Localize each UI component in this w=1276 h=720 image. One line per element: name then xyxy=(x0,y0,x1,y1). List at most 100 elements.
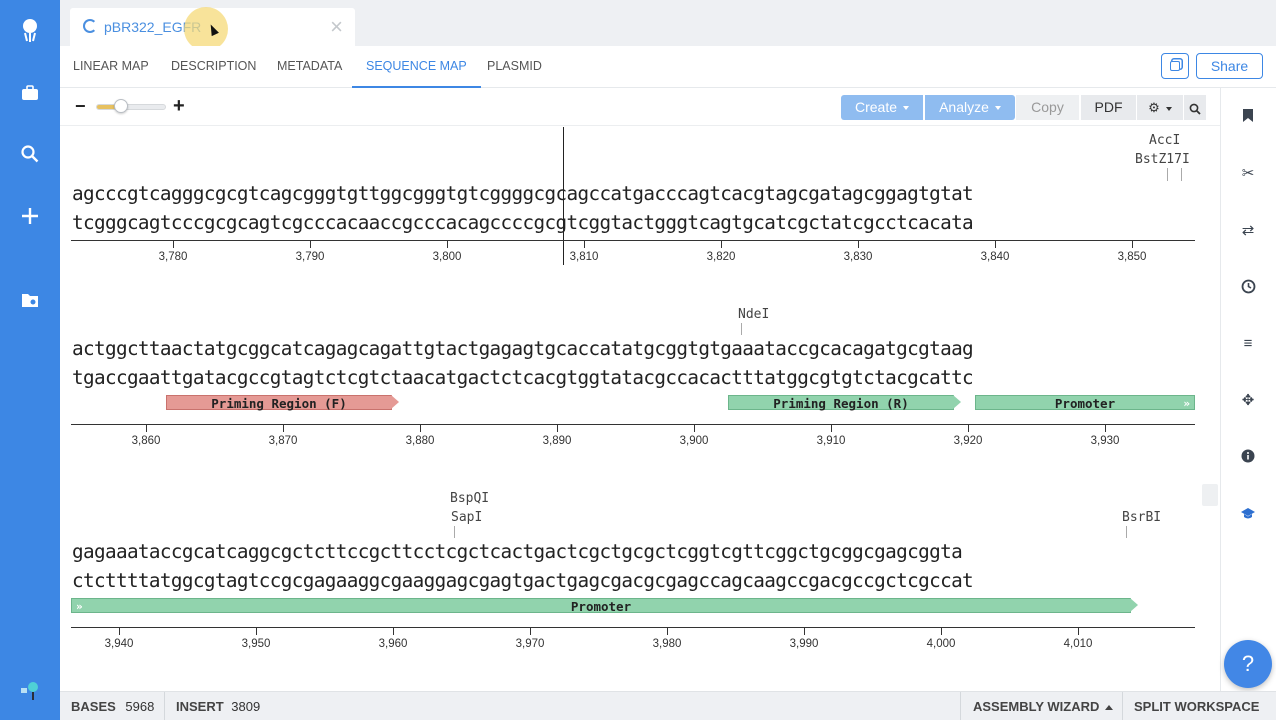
search-icon[interactable] xyxy=(15,139,45,169)
axis-tick-label: 4,010 xyxy=(1063,638,1093,650)
mouse-cursor-highlight xyxy=(184,7,228,51)
analyze-dropdown-button[interactable]: Analyze xyxy=(925,95,1015,120)
axis-tick xyxy=(721,241,722,248)
chevron-down-icon xyxy=(903,106,910,111)
enzyme-label[interactable]: BsrBI xyxy=(1122,510,1161,525)
lab-flask-icon[interactable] xyxy=(15,676,45,706)
zoom-slider-handle[interactable] xyxy=(113,99,128,113)
top-strand[interactable]: actggcttaactatgcggcatcagagcagattgtactgag… xyxy=(72,337,974,360)
top-strand[interactable]: gagaaataccgcatcaggcgctcttccgcttcctcgctca… xyxy=(72,540,963,563)
axis-tick-label: 3,810 xyxy=(569,251,599,263)
axis-tick-label: 3,950 xyxy=(241,638,271,650)
axis-tick xyxy=(804,628,805,635)
settings-dropdown-button[interactable]: ⚙ xyxy=(1137,95,1183,120)
base-axis xyxy=(71,424,1195,425)
chevron-down-icon xyxy=(1165,106,1172,111)
arrow-tip xyxy=(1130,598,1138,612)
axis-tick xyxy=(1132,241,1133,248)
axis-tick-label: 3,990 xyxy=(789,638,819,650)
axis-tick xyxy=(119,628,120,635)
left-sidebar xyxy=(0,0,60,720)
tab-linear-map[interactable]: LINEAR MAP xyxy=(73,46,149,88)
enzyme-label[interactable]: BstZ17I xyxy=(1135,152,1190,167)
tab-description[interactable]: DESCRIPTION xyxy=(171,46,256,88)
enzyme-cut-line xyxy=(1167,168,1168,181)
status-divider xyxy=(164,692,165,720)
zoom-in-button[interactable]: + xyxy=(173,95,185,118)
axis-tick-label: 3,830 xyxy=(843,251,873,263)
briefcase-icon[interactable] xyxy=(15,78,45,108)
axis-tick xyxy=(173,241,174,248)
insert-value: 3809 xyxy=(231,699,261,714)
close-tab-icon[interactable]: × xyxy=(330,14,343,40)
split-workspace-button[interactable]: SPLIT WORKSPACE xyxy=(1134,699,1259,714)
app-window: pBR322_EGFR × LINEAR MAP DESCRIPTION MET… xyxy=(0,0,1276,720)
insert-label: INSERT xyxy=(176,699,224,714)
create-dropdown-button[interactable]: Create xyxy=(841,95,923,120)
share-button[interactable]: Share xyxy=(1196,53,1263,79)
feature-label: Promoter xyxy=(1054,396,1116,411)
bottom-strand[interactable]: ctcttttatggcgtagtccgcgagaaggcgaaggagcgag… xyxy=(72,569,974,592)
feature-promoter[interactable]: Promoter » xyxy=(975,395,1195,411)
feature-priming-region-f[interactable]: Priming Region (F) xyxy=(166,395,399,411)
status-divider xyxy=(960,692,961,720)
axis-tick-label: 3,860 xyxy=(131,435,161,447)
history-clock-icon[interactable] xyxy=(1237,275,1259,297)
zoom-slider[interactable] xyxy=(96,104,166,110)
enzyme-label[interactable]: SapI xyxy=(451,510,482,525)
enzyme-cut-line xyxy=(1126,526,1127,538)
vertical-scrollbar-thumb[interactable] xyxy=(1202,484,1218,506)
status-divider xyxy=(1122,692,1123,720)
assembly-wizard-label: ASSEMBLY WIZARD xyxy=(973,699,1100,714)
find-button[interactable] xyxy=(1184,95,1206,120)
feature-priming-region-r[interactable]: Priming Region (R) xyxy=(728,395,961,411)
insert-position: INSERT 3809 xyxy=(176,699,260,714)
axis-tick xyxy=(941,628,942,635)
enzyme-cut-line xyxy=(741,323,742,335)
benchling-logo-icon[interactable] xyxy=(15,15,45,45)
arrow-tip xyxy=(953,395,961,409)
axis-tick-label: 3,910 xyxy=(816,435,846,447)
bottom-strand[interactable]: tgaccgaattgatacgccgtagtctcgtctaacatgactc… xyxy=(72,366,974,389)
copy-button[interactable]: Copy xyxy=(1016,95,1079,120)
enzyme-label[interactable]: BspQI xyxy=(450,491,489,506)
assembly-wizard-button[interactable]: ASSEMBLY WIZARD xyxy=(973,699,1114,714)
tab-plasmid[interactable]: PLASMID xyxy=(487,46,542,88)
create-label: Create xyxy=(854,99,898,115)
right-tool-rail: ✂ ⇄ ≡ ✥ xyxy=(1220,88,1276,691)
axis-tick xyxy=(968,425,969,432)
scissors-icon[interactable]: ✂ xyxy=(1237,162,1259,184)
axis-tick xyxy=(667,628,668,635)
axis-tick-label: 3,970 xyxy=(515,638,545,650)
sequence-map[interactable]: AccI BstZ17I agcccgtcagggcgcgtcagcgggtgt… xyxy=(60,127,1220,691)
info-icon[interactable] xyxy=(1237,445,1259,467)
zoom-out-button[interactable]: − xyxy=(75,96,86,117)
axis-tick xyxy=(447,241,448,248)
bottom-strand[interactable]: tcgggcagtcccgcgcagtcgcccacaaccgcccacagcc… xyxy=(72,211,974,234)
help-button[interactable]: ? xyxy=(1224,640,1272,688)
duplicate-button[interactable] xyxy=(1161,53,1189,79)
swap-arrows-icon[interactable]: ⇄ xyxy=(1237,219,1259,241)
enzyme-cut-line xyxy=(1181,168,1182,181)
pdf-button[interactable]: PDF xyxy=(1081,95,1136,120)
text-align-icon[interactable]: ≡ xyxy=(1237,332,1259,354)
graduation-cap-icon[interactable] xyxy=(1237,502,1259,524)
enzyme-label[interactable]: AccI xyxy=(1149,133,1180,148)
enzyme-cut-line xyxy=(454,526,455,538)
continues-left-icon: » xyxy=(76,600,83,613)
axis-tick-label: 3,940 xyxy=(104,638,134,650)
top-strand[interactable]: agcccgtcagggcgcgtcagcgggtgttggcgggtgtcgg… xyxy=(72,182,974,205)
enzyme-label[interactable]: NdeI xyxy=(738,307,769,322)
feature-promoter[interactable]: » Promoter xyxy=(71,598,1138,614)
add-icon[interactable] xyxy=(15,201,45,231)
document-tab-strip: pBR322_EGFR × xyxy=(60,0,1276,51)
tab-sequence-map[interactable]: SEQUENCE MAP xyxy=(352,46,481,88)
axis-tick-label: 3,900 xyxy=(679,435,709,447)
move-arrows-icon[interactable]: ✥ xyxy=(1237,389,1259,411)
axis-tick xyxy=(831,425,832,432)
tab-metadata[interactable]: METADATA xyxy=(277,46,342,88)
bookmark-icon[interactable] xyxy=(1237,104,1259,126)
axis-tick-label: 3,880 xyxy=(405,435,435,447)
folder-settings-icon[interactable] xyxy=(15,285,45,315)
search-icon xyxy=(1189,103,1201,115)
